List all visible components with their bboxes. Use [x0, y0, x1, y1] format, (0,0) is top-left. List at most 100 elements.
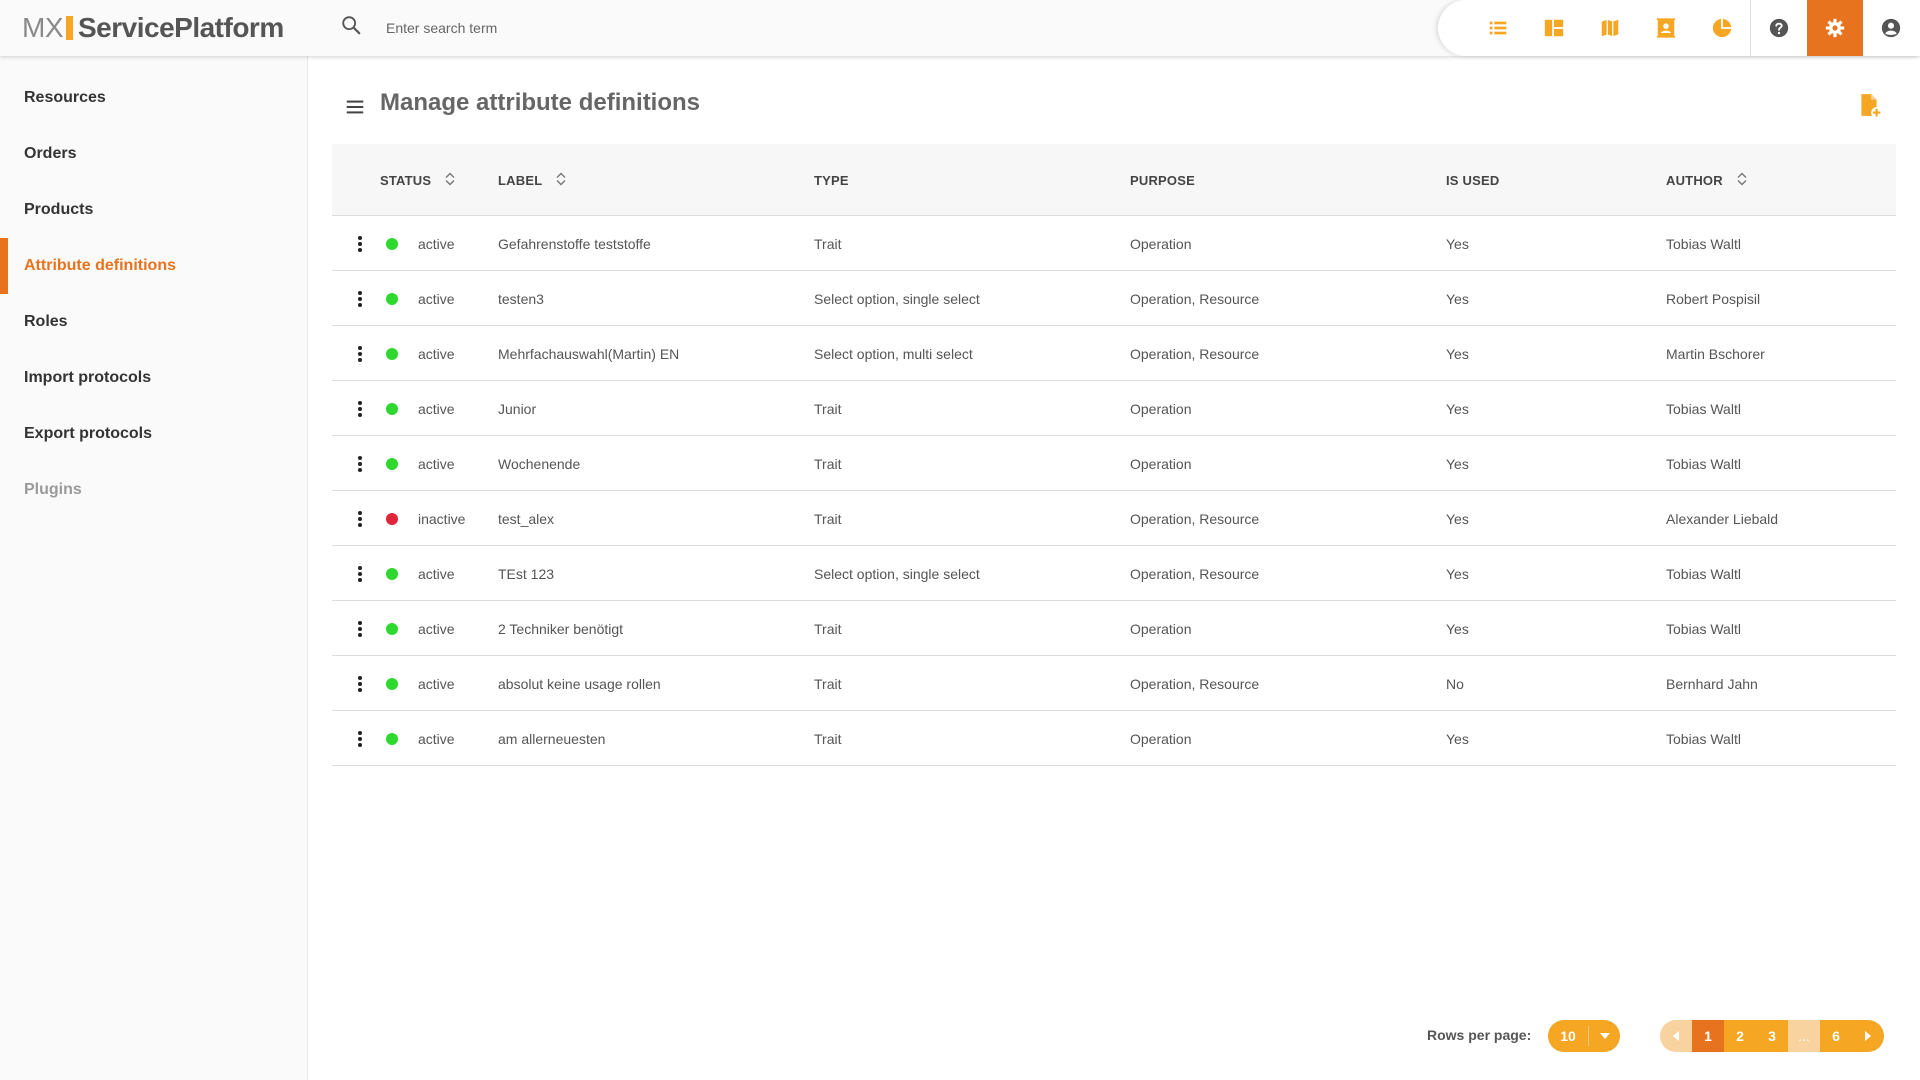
status-text: active	[418, 345, 455, 362]
status-text: active	[418, 730, 455, 747]
status-indicator	[386, 601, 400, 656]
sidebar-item-products[interactable]: Products	[0, 182, 307, 238]
label-cell: Junior	[498, 400, 537, 417]
type-cell: Trait	[814, 620, 842, 637]
search-icon[interactable]	[340, 14, 362, 41]
author-cell: Bernhard Jahn	[1666, 675, 1758, 692]
sidebar-item-orders[interactable]: Orders	[0, 126, 307, 182]
sort-icon[interactable]	[1723, 172, 1749, 189]
settings-icon[interactable]	[1807, 0, 1863, 56]
purpose-cell: Operation, Resource	[1130, 510, 1260, 527]
label-cell: 2 Techniker benötigt	[498, 620, 624, 637]
rows-per-page-label: Rows per page:	[1427, 1027, 1532, 1043]
more-vert-icon[interactable]	[352, 546, 368, 601]
is-used-cell: Yes	[1446, 620, 1469, 637]
author-cell: Alexander Liebald	[1666, 510, 1779, 527]
logo-bar	[66, 16, 73, 40]
more-vert-icon[interactable]	[352, 381, 368, 436]
status-indicator	[386, 216, 400, 271]
sidebar-item-roles[interactable]: Roles	[0, 294, 307, 350]
type-cell: Select option, multi select	[814, 345, 973, 362]
label-cell: am allerneuesten	[498, 730, 606, 747]
sidebar-item-plugins[interactable]: Plugins	[0, 462, 307, 518]
dashboard-icon[interactable]	[1526, 0, 1582, 56]
more-vert-icon[interactable]	[352, 216, 368, 271]
status-text: active	[418, 290, 455, 307]
sidebar-item-attribute-definitions[interactable]: Attribute definitions	[0, 238, 307, 294]
more-vert-icon[interactable]	[352, 656, 368, 711]
table-row[interactable]: active Gefahrenstoffe teststoffe Trait Oper…	[332, 216, 1896, 271]
is-used-cell: Yes	[1446, 510, 1469, 527]
more-vert-icon[interactable]	[352, 491, 368, 546]
table-row[interactable]: active Junior Trait Operation Yes Tobias Walt…	[332, 381, 1896, 436]
author-cell: Robert Pospisil	[1666, 290, 1761, 307]
page-button-1[interactable]: 1	[1692, 1020, 1724, 1052]
more-vert-icon[interactable]	[352, 601, 368, 656]
table-row[interactable]: active absolut keine usage rollen Trait Ope…	[332, 656, 1896, 711]
more-vert-icon[interactable]	[352, 271, 368, 326]
header-toolbar	[1438, 0, 1920, 56]
sidebar-item-resources[interactable]: Resources	[0, 70, 307, 126]
page-ellipsis: ...	[1788, 1020, 1820, 1052]
previous-page-button[interactable]	[1660, 1020, 1692, 1052]
type-cell: Trait	[814, 675, 842, 692]
pie-chart-icon[interactable]	[1694, 0, 1750, 56]
label-cell: Wochenende	[498, 455, 581, 472]
pagination: 1 2 3 ... 6	[1660, 1020, 1884, 1052]
table-row[interactable]: active 2 Techniker benötigt Trait Operation…	[332, 601, 1896, 656]
table-row[interactable]: active Wochenende Trait Operation Yes Tobias …	[332, 436, 1896, 491]
more-vert-icon[interactable]	[352, 711, 368, 766]
status-text: inactive	[418, 510, 466, 527]
column-header-label[interactable]: LABEL	[498, 144, 568, 216]
account-icon[interactable]	[1863, 0, 1919, 56]
search-input[interactable]	[386, 19, 786, 36]
status-indicator	[386, 326, 400, 381]
add-definition-icon[interactable]	[1856, 92, 1882, 118]
is-used-cell: Yes	[1446, 730, 1469, 747]
label-cell: Gefahrenstoffe teststoffe	[498, 235, 651, 252]
purpose-cell: Operation	[1130, 235, 1192, 252]
table-row[interactable]: active TEst 123 Select option, single sele…	[332, 546, 1896, 601]
sidebar-item-import-protocols[interactable]: Import protocols	[0, 350, 307, 406]
column-header-purpose: PURPOSE	[1130, 172, 1195, 188]
rows-per-page-value: 10	[1560, 1028, 1576, 1044]
purpose-cell: Operation	[1130, 620, 1192, 637]
more-vert-icon[interactable]	[352, 326, 368, 381]
label-cell: absolut keine usage rollen	[498, 675, 661, 692]
type-cell: Select option, single select	[814, 290, 980, 307]
map-icon[interactable]	[1582, 0, 1638, 56]
table-row[interactable]: inactive test_alex Trait Operation, Resourc…	[332, 491, 1896, 546]
purpose-cell: Operation, Resource	[1130, 565, 1260, 582]
app-header: MX ServicePlatform	[0, 0, 1920, 56]
table-row[interactable]: active am allerneuesten Trait Operation Yes T…	[332, 711, 1896, 766]
status-text: active	[418, 565, 455, 582]
chevron-down-icon[interactable]	[1589, 1032, 1620, 1040]
type-cell: Trait	[814, 455, 842, 472]
status-indicator	[386, 436, 400, 491]
app-logo[interactable]: MX ServicePlatform	[22, 12, 284, 44]
is-used-cell: Yes	[1446, 565, 1469, 582]
column-header-author[interactable]: AUTHOR	[1666, 144, 1749, 216]
author-cell: Tobias Waltl	[1666, 235, 1741, 252]
page-button-6[interactable]: 6	[1820, 1020, 1852, 1052]
contacts-icon[interactable]	[1638, 0, 1694, 56]
sort-icon[interactable]	[431, 172, 457, 189]
page-button-3[interactable]: 3	[1756, 1020, 1788, 1052]
label-cell: testen3	[498, 290, 544, 307]
type-cell: Trait	[814, 730, 842, 747]
column-header-status[interactable]: STATUS	[380, 144, 457, 216]
table-row[interactable]: active testen3 Select option, single selec…	[332, 271, 1896, 326]
type-cell: Trait	[814, 510, 842, 527]
column-header-is-used: IS USED	[1446, 172, 1500, 188]
sort-icon[interactable]	[542, 172, 568, 189]
help-icon[interactable]	[1751, 0, 1807, 56]
page-button-2[interactable]: 2	[1724, 1020, 1756, 1052]
list-icon[interactable]	[1470, 0, 1526, 56]
more-vert-icon[interactable]	[352, 436, 368, 491]
menu-icon[interactable]	[344, 96, 366, 118]
table-row[interactable]: active Mehrfachauswahl(Martin) EN Select o…	[332, 326, 1896, 381]
is-used-cell: No	[1446, 675, 1464, 692]
rows-per-page-select[interactable]: 10	[1548, 1020, 1620, 1052]
sidebar-item-export-protocols[interactable]: Export protocols	[0, 406, 307, 462]
next-page-button[interactable]	[1852, 1020, 1884, 1052]
